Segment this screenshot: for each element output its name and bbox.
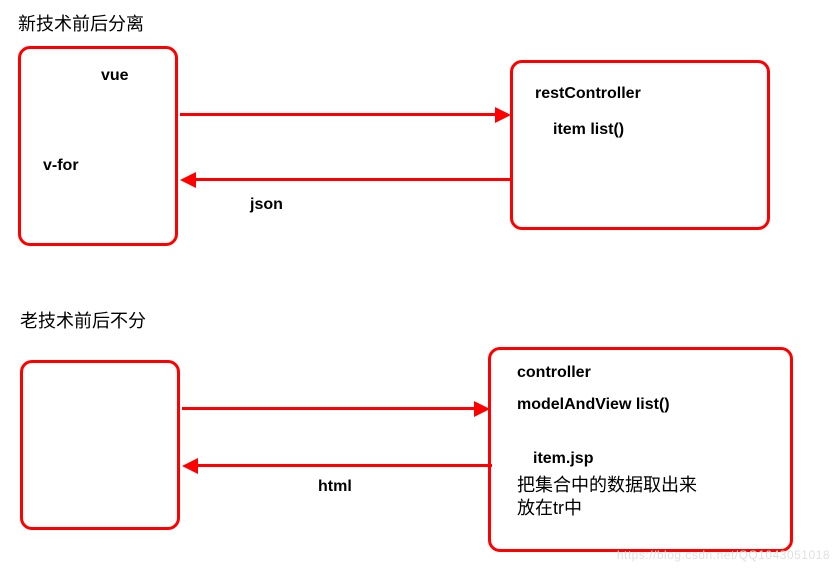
section2-left-box (20, 360, 180, 530)
html-label: html (318, 478, 352, 496)
vue-label: vue (101, 67, 129, 85)
itemjsp-label: item.jsp (533, 450, 593, 468)
json-label: json (250, 196, 283, 214)
arrow-right-2-icon (182, 407, 477, 410)
vfor-label: v-for (43, 157, 79, 175)
arrow-left-head-2-icon (182, 458, 198, 474)
section1-title: 新技术前后分离 (18, 10, 144, 36)
arrow-right-head-icon (495, 107, 511, 123)
restcontroller-label: restController (535, 85, 641, 103)
arrow-left-2-icon (197, 464, 492, 467)
arrow-right-head-2-icon (474, 401, 490, 417)
watermark: https://blog.csdn.net/QQ1043051018 (617, 548, 830, 562)
itemlist-label: item list() (553, 121, 624, 139)
section1-left-box: vue v-for (18, 46, 178, 246)
controller-label: controller (517, 364, 591, 382)
section1-right-box: restController item list() (510, 60, 770, 230)
arrow-left-head-icon (180, 172, 196, 188)
description-label: 把集合中的数据取出来 放在tr中 (517, 474, 697, 521)
section2-title: 老技术前后不分 (20, 307, 146, 333)
arrow-right-icon (180, 113, 498, 116)
modelandview-label: modelAndView list() (517, 396, 670, 414)
section2-right-box: controller modelAndView list() item.jsp … (488, 347, 793, 552)
arrow-left-icon (195, 178, 513, 181)
